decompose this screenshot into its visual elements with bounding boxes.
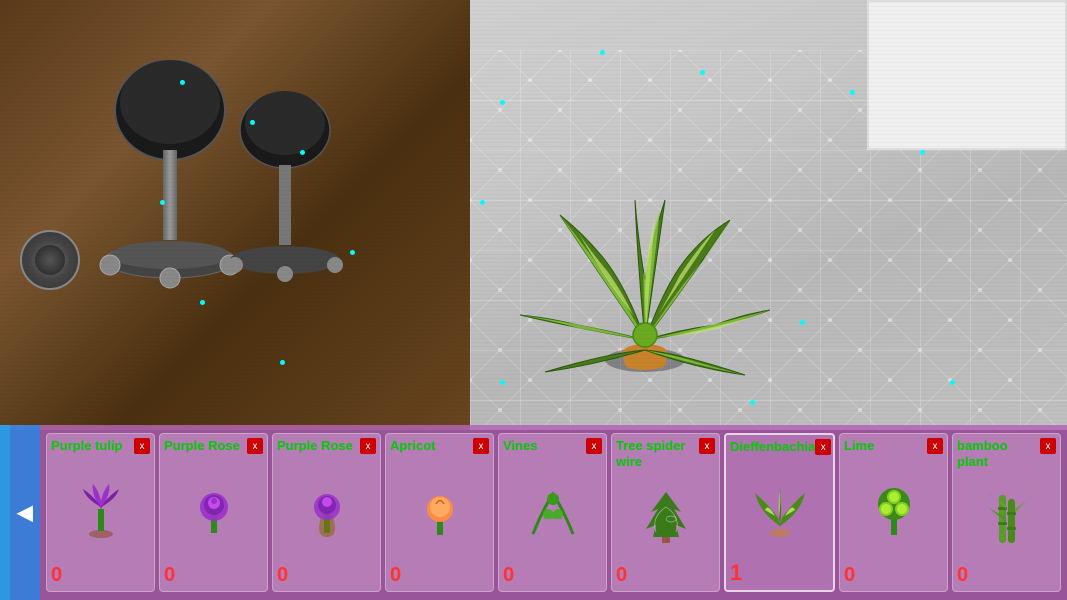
ar-particle — [500, 100, 505, 105]
item-card-purple-rose-2[interactable]: Purple Rose x 0 — [272, 433, 381, 592]
item-card-lime[interactable]: Lime x 0 — [839, 433, 948, 592]
item-name-8: Lime — [844, 438, 927, 454]
item-count-9: 0 — [957, 564, 1056, 587]
ar-particle — [850, 90, 855, 95]
item-image-2 — [164, 458, 263, 560]
item-image-3 — [277, 458, 376, 560]
scroll-left-button[interactable]: ◀ — [10, 425, 40, 600]
ar-particle — [800, 320, 805, 325]
ar-particle — [480, 200, 485, 205]
item-card-dieffenbachia[interactable]: Dieffenbachia x 1 — [724, 433, 835, 592]
ar-particle — [200, 300, 205, 305]
item-count-1: 0 — [51, 564, 150, 587]
item-count-2: 0 — [164, 564, 263, 587]
close-btn-6[interactable]: x — [699, 438, 715, 454]
item-name-1: Purple tulip — [51, 438, 134, 454]
items-container: Purple tulip x 0 Purple Rose x — [40, 425, 1067, 600]
item-card-bamboo[interactable]: bamboo plant x — [952, 433, 1061, 592]
left-arrow-icon: ◀ — [17, 500, 32, 525]
joystick-button[interactable] — [20, 230, 80, 290]
close-btn-8[interactable]: x — [927, 438, 943, 454]
ar-particle — [600, 50, 605, 55]
item-image-1 — [51, 458, 150, 560]
ar-particle — [160, 200, 165, 205]
ar-particle — [750, 400, 755, 405]
item-card-apricot[interactable]: Apricot x 0 — [385, 433, 494, 592]
left-border — [0, 425, 10, 600]
item-image-7 — [730, 459, 829, 556]
ar-particle — [500, 380, 505, 385]
ar-particle — [300, 150, 305, 155]
item-count-7: 1 — [730, 560, 829, 586]
close-btn-1[interactable]: x — [134, 438, 150, 454]
item-name-2: Purple Rose — [164, 438, 247, 454]
table — [867, 0, 1067, 150]
item-image-8 — [844, 458, 943, 560]
ar-viewport — [0, 0, 1067, 430]
ar-particle — [950, 380, 955, 385]
ar-particle — [180, 80, 185, 85]
close-btn-3[interactable]: x — [360, 438, 376, 454]
item-name-9: bamboo plant — [957, 438, 1040, 469]
item-count-3: 0 — [277, 564, 376, 587]
item-image-4 — [390, 458, 489, 560]
item-count-5: 0 — [503, 564, 602, 587]
item-name-3: Purple Rose — [277, 438, 360, 454]
ar-plant — [520, 100, 770, 380]
bottom-panel: ◀ Purple tulip x 0 — [0, 425, 1067, 600]
item-card-tree-spider-wire[interactable]: Tree spider wire x 0 — [611, 433, 720, 592]
item-card-purple-rose-1[interactable]: Purple Rose x 0 — [159, 433, 268, 592]
item-image-6 — [616, 473, 715, 560]
stools — [60, 60, 360, 340]
ar-particle — [280, 360, 285, 365]
item-count-8: 0 — [844, 564, 943, 587]
ar-particle — [700, 70, 705, 75]
joystick-inner — [35, 245, 65, 275]
item-image-9 — [957, 473, 1056, 560]
ar-particle — [350, 250, 355, 255]
close-btn-4[interactable]: x — [473, 438, 489, 454]
item-name-7: Dieffenbachia — [730, 439, 815, 455]
ar-particle — [250, 120, 255, 125]
item-image-5 — [503, 458, 602, 560]
item-card-purple-tulip[interactable]: Purple tulip x 0 — [46, 433, 155, 592]
item-name-4: Apricot — [390, 438, 473, 454]
item-name-5: Vines — [503, 438, 586, 454]
item-count-6: 0 — [616, 564, 715, 587]
close-btn-2[interactable]: x — [247, 438, 263, 454]
close-btn-5[interactable]: x — [586, 438, 602, 454]
item-count-4: 0 — [390, 564, 489, 587]
close-btn-7[interactable]: x — [815, 439, 831, 455]
close-btn-9[interactable]: x — [1040, 438, 1056, 454]
ar-particle — [920, 150, 925, 155]
item-name-6: Tree spider wire — [616, 438, 699, 469]
item-card-vines[interactable]: Vines x 0 — [498, 433, 607, 592]
